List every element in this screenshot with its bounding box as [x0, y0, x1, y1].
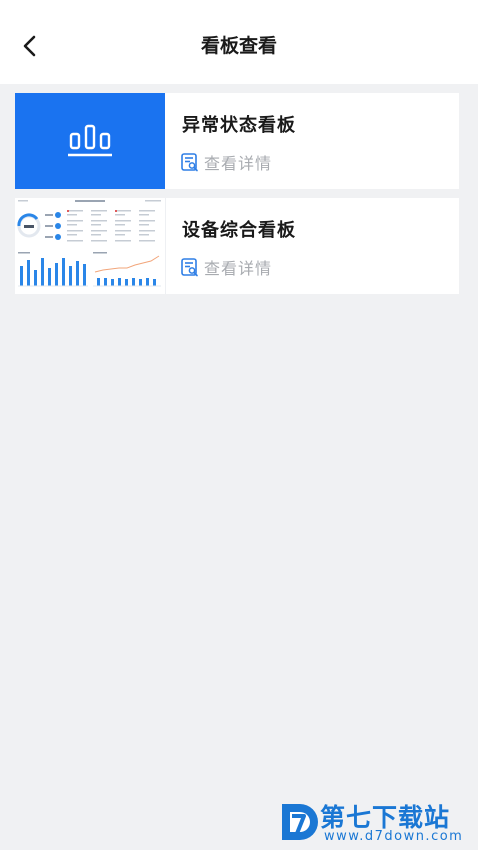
board-title: 异常状态看板: [182, 115, 296, 136]
board-title: 设备综合看板: [182, 220, 296, 241]
view-details-link[interactable]: 查看详情: [181, 256, 272, 278]
bar-chart-icon: [68, 124, 112, 157]
board-card-device-overview[interactable]: 设备综合看板 查看详情: [15, 198, 459, 294]
watermark-url: www.d7down.com: [324, 829, 464, 844]
watermark-logo-icon: [282, 804, 318, 840]
board-thumbnail: [15, 198, 166, 294]
dashboard-preview: [15, 198, 165, 294]
view-details-label: 查看详情: [204, 259, 273, 278]
board-thumbnail: [15, 93, 165, 189]
top-bar: 看板查看: [0, 0, 478, 84]
page-title: 看板查看: [200, 35, 277, 57]
board-card-abnormal-status[interactable]: 异常状态看板 查看详情: [15, 93, 459, 189]
watermark: 第七下载站 www.d7down.com: [278, 798, 470, 846]
document-search-icon: [181, 152, 198, 171]
document-search-icon: [181, 257, 198, 276]
view-details-link[interactable]: 查看详情: [181, 151, 272, 173]
view-details-label: 查看详情: [204, 154, 273, 173]
